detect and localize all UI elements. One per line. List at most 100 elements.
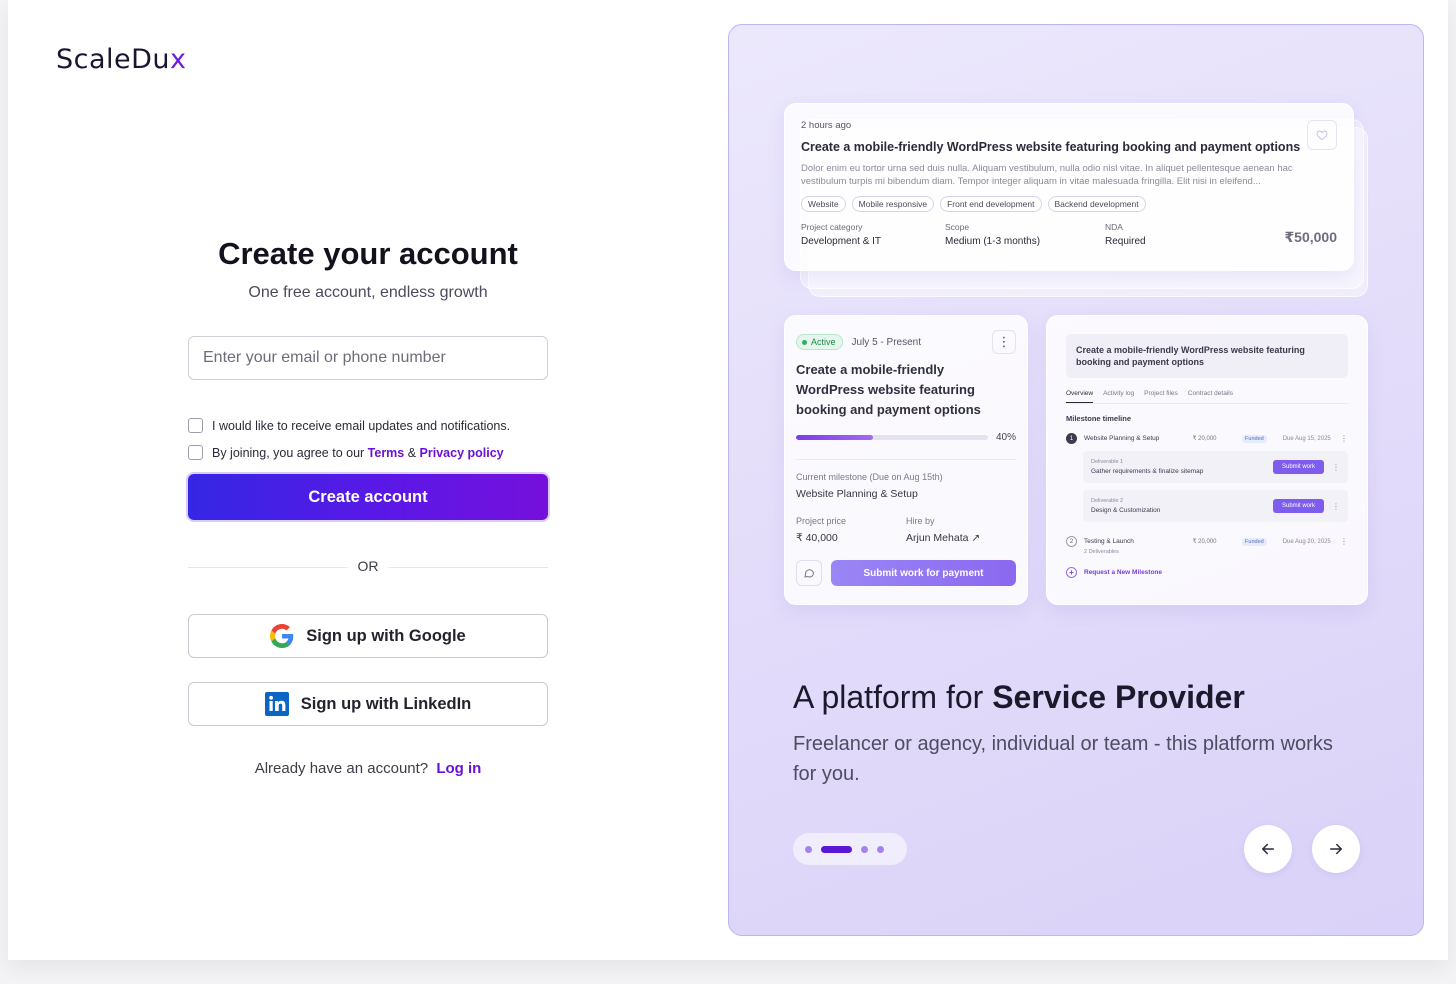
more-options-icon[interactable]: ⋮ bbox=[992, 330, 1016, 354]
funded-badge: Funded bbox=[1242, 537, 1267, 546]
arrow-right-icon bbox=[1330, 843, 1342, 855]
tab-contract-details[interactable]: Contract details bbox=[1188, 390, 1233, 403]
hero-title-bold: Service Provider bbox=[992, 679, 1245, 715]
detail-title: Create a mobile-friendly WordPress websi… bbox=[1066, 334, 1348, 378]
deliverable-menu-icon[interactable]: ⋮ bbox=[1332, 463, 1340, 472]
status-text: Active bbox=[811, 337, 836, 347]
logo-text: ScaleDu bbox=[56, 44, 171, 75]
google-signup-button[interactable]: Sign up with Google bbox=[188, 614, 548, 658]
linkedin-button-label: Sign up with LinkedIn bbox=[300, 694, 472, 713]
logo-accent: x bbox=[170, 44, 187, 75]
job-tag: Backend development bbox=[1047, 196, 1146, 212]
progress-track bbox=[796, 435, 988, 440]
category-value: Development & IT bbox=[801, 236, 882, 247]
milestone-menu-icon[interactable]: ⋮ bbox=[1340, 434, 1348, 443]
current-milestone-value: Website Planning & Setup bbox=[796, 488, 918, 500]
category-label: Project category bbox=[801, 222, 863, 232]
milestone-number: 2 bbox=[1066, 536, 1077, 547]
terms-checkbox[interactable] bbox=[188, 445, 203, 460]
job-tag: Front end development bbox=[940, 196, 1042, 212]
hired-by-value[interactable]: Arjun Mehata ↗ bbox=[906, 532, 1016, 544]
milestone-price: ₹ 20,000 bbox=[1192, 539, 1217, 545]
email-updates-consent[interactable]: I would like to receive email updates an… bbox=[188, 418, 548, 433]
job-category: Project category Development & IT bbox=[801, 222, 945, 247]
hired-by: Hire by Arjun Mehata ↗ bbox=[906, 516, 1016, 544]
project-title: Create a mobile-friendly WordPress websi… bbox=[796, 362, 981, 417]
project-meta: Project price ₹ 40,000 Hire by Arjun Meh… bbox=[796, 516, 1016, 544]
scope-label: Scope bbox=[945, 222, 970, 232]
save-job-button[interactable] bbox=[1307, 120, 1337, 150]
terms-ampersand: & bbox=[404, 445, 420, 460]
current-milestone-label: Current milestone (Due on Aug 15th) bbox=[796, 472, 943, 482]
divider-or: OR bbox=[347, 558, 389, 574]
hero: A platform for Service Provider Freelanc… bbox=[793, 677, 1353, 789]
milestone-timeline-heading: Milestone timeline bbox=[1066, 414, 1132, 423]
milestone-number: 1 bbox=[1066, 433, 1077, 444]
job-tag: Mobile responsive bbox=[851, 196, 935, 212]
job-nda: NDA Required bbox=[1105, 222, 1249, 247]
milestone-row: 2 Testing & Launch ₹ 20,000 Funded Due A… bbox=[1066, 536, 1348, 547]
detail-tabs: Overview Activity log Project files Cont… bbox=[1066, 390, 1348, 404]
page-subtitle: One free account, endless growth bbox=[248, 284, 488, 301]
deliverable-menu-icon[interactable]: ⋮ bbox=[1332, 502, 1340, 511]
job-scope: Scope Medium (1-3 months) bbox=[945, 222, 1105, 247]
carousel-dot-active[interactable] bbox=[821, 845, 852, 853]
submit-work-button[interactable]: Submit work bbox=[1272, 499, 1324, 513]
milestone-due: Due Aug 20, 2025 bbox=[1282, 538, 1331, 545]
deliverable-info: Deliverable 2 Design & Customization bbox=[1091, 498, 1160, 514]
terms-link[interactable]: Terms bbox=[368, 446, 405, 460]
chat-button[interactable] bbox=[796, 560, 822, 586]
job-tag: Website bbox=[801, 196, 846, 212]
project-actions: Submit work for payment bbox=[796, 560, 1016, 586]
previous-slide-button[interactable] bbox=[1244, 825, 1292, 873]
terms-label: By joining, you agree to our Terms & Pri… bbox=[212, 446, 504, 460]
submit-work-button[interactable]: Submit work bbox=[1272, 460, 1324, 474]
hired-by-label: Hire by bbox=[906, 516, 935, 526]
hirer-name: Arjun Mehata bbox=[906, 532, 969, 544]
external-link-icon: ↗ bbox=[971, 532, 981, 544]
scaledux-logo[interactable]: ScaleDux bbox=[56, 44, 187, 75]
tab-overview[interactable]: Overview bbox=[1066, 390, 1094, 403]
milestone-menu-icon[interactable]: ⋮ bbox=[1340, 537, 1348, 546]
milestone-due: Due Aug 15, 2025 bbox=[1282, 435, 1331, 442]
privacy-policy-link[interactable]: Privacy policy bbox=[420, 446, 504, 460]
tab-project-files[interactable]: Project files bbox=[1144, 390, 1178, 403]
email-or-phone-input[interactable] bbox=[188, 336, 548, 380]
carousel-dot[interactable] bbox=[805, 845, 812, 853]
card-divider bbox=[796, 459, 1016, 460]
promo-panel: 2 hours ago Create a mobile-friendly Wor… bbox=[728, 24, 1424, 936]
carousel-dot[interactable] bbox=[877, 845, 884, 853]
milestone-price: ₹ 20,000 bbox=[1192, 436, 1217, 442]
google-icon bbox=[270, 624, 294, 648]
carousel-dot[interactable] bbox=[861, 845, 868, 853]
submit-work-for-payment-button[interactable]: Submit work for payment bbox=[830, 560, 1016, 586]
email-updates-checkbox[interactable] bbox=[188, 418, 203, 433]
job-preview-card: 2 hours ago Create a mobile-friendly Wor… bbox=[784, 103, 1354, 271]
terms-consent[interactable]: By joining, you agree to our Terms & Pri… bbox=[188, 445, 548, 460]
tab-activity-log[interactable]: Activity log bbox=[1103, 390, 1134, 403]
create-account-button[interactable]: Create account bbox=[188, 474, 548, 520]
project-detail-card: Create a mobile-friendly WordPress websi… bbox=[1046, 315, 1368, 605]
milestone-name: Website Planning & Setup bbox=[1084, 435, 1160, 442]
chat-icon bbox=[804, 569, 814, 578]
project-price-label: Project price bbox=[796, 516, 847, 526]
project-dates: July 5 - Present bbox=[851, 336, 921, 348]
hero-subtitle: Freelancer or agency, individual or team… bbox=[793, 733, 1333, 785]
deliverable-name: Gather requirements & finalize sitemap bbox=[1091, 468, 1204, 475]
linkedin-signup-button[interactable]: Sign up with LinkedIn bbox=[188, 682, 548, 726]
login-link[interactable]: Log in bbox=[436, 760, 481, 777]
job-price: ₹50,000 bbox=[1284, 229, 1337, 245]
deliverable-label: Deliverable 2 bbox=[1091, 498, 1124, 504]
active-project-card: Active July 5 - Present ⋮ Create a mobil… bbox=[784, 315, 1028, 605]
milestone-row: 1 Website Planning & Setup ₹ 20,000 Fund… bbox=[1066, 433, 1348, 444]
status-dot bbox=[802, 339, 807, 345]
deliverable-row: Deliverable 1 Gather requirements & fina… bbox=[1083, 451, 1348, 483]
deliverable-row: Deliverable 2 Design & Customization Sub… bbox=[1083, 490, 1348, 522]
status-badge: Active bbox=[796, 334, 843, 350]
deliverable-info: Deliverable 1 Gather requirements & fina… bbox=[1091, 459, 1203, 475]
project-price: Project price ₹ 40,000 bbox=[796, 516, 906, 544]
request-milestone-link[interactable]: + Request a New Milestone bbox=[1066, 567, 1348, 578]
next-slide-button[interactable] bbox=[1312, 825, 1360, 873]
page-title: Create your account bbox=[218, 236, 518, 271]
request-milestone-label: Request a New Milestone bbox=[1084, 569, 1163, 576]
